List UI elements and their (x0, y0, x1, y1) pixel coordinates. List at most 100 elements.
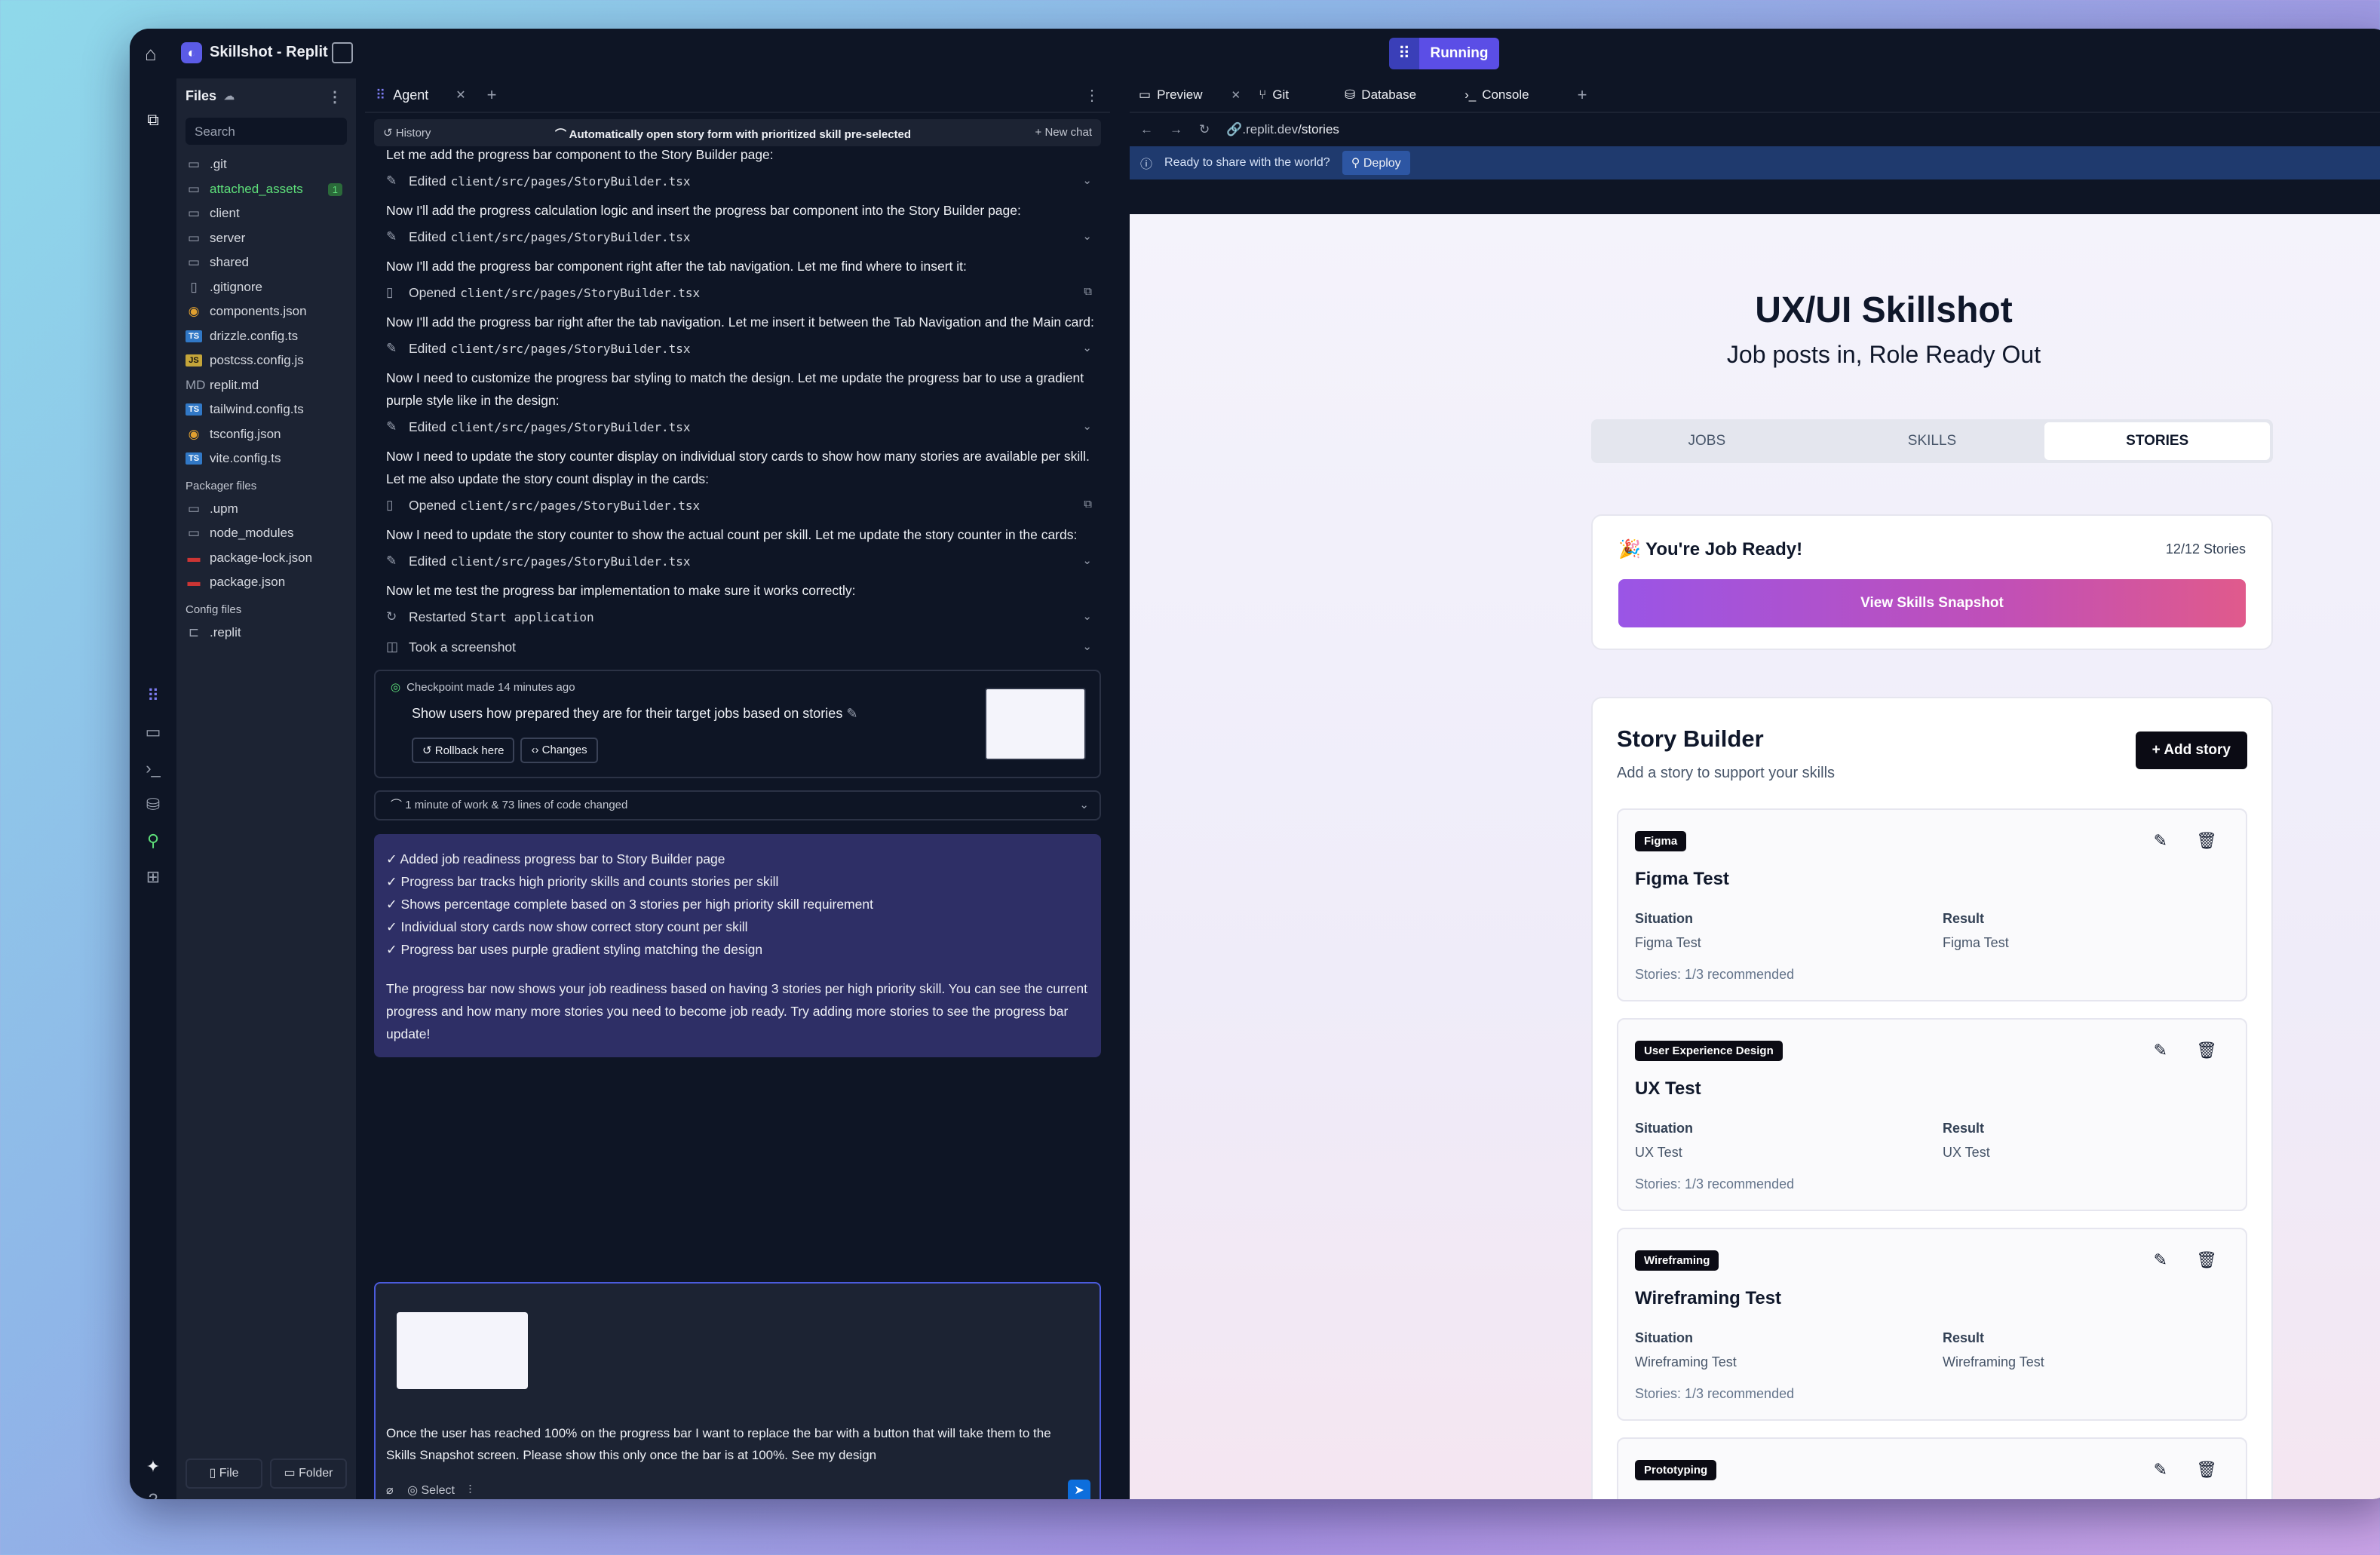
deploy-button[interactable]: ⚲ Deploy (1342, 151, 1410, 175)
tab-agent[interactable]: ⠿ Agent ✕ (365, 78, 477, 112)
agent-action[interactable]: ◫ Took a screenshot ⌄ (374, 632, 1101, 662)
rollback-button[interactable]: ↺ Rollback here (412, 738, 515, 763)
add-story-button[interactable]: + Add story (2135, 731, 2247, 769)
agent-action[interactable]: ✎ Edited client/src/pages/StoryBuilder.tsx… (374, 166, 1101, 196)
trash-icon[interactable]: 🗑 (2196, 831, 2217, 851)
files-icon[interactable]: ⧉ (142, 109, 164, 131)
file-item[interactable]: ▬ package.json (176, 570, 356, 595)
chevron-down-icon[interactable]: ⌄ (1082, 341, 1092, 354)
tab-database[interactable]: ⛁ Database (1336, 87, 1425, 103)
all-tools-icon[interactable]: ⊞ (142, 866, 164, 888)
agent-action[interactable]: ✎ Edited client/src/pages/StoryBuilder.tsx… (374, 412, 1101, 442)
changes-button[interactable]: ‹› Changes (520, 738, 598, 763)
send-button[interactable]: ➤ (1068, 1480, 1090, 1499)
edit-icon[interactable]: ✎ (2154, 1250, 2167, 1270)
attached-design-thumbnail[interactable] (397, 1312, 528, 1389)
chevron-down-icon[interactable]: ⌄ (1079, 792, 1089, 819)
file-item[interactable]: ▭ attached_assets 1 (176, 177, 356, 202)
database-icon[interactable]: ⛁ (142, 793, 164, 816)
new-file-button[interactable]: ▯ File (186, 1458, 262, 1489)
tab-preview[interactable]: ▭ Preview ✕ (1130, 87, 1250, 103)
new-chat-button[interactable]: + New chat (1035, 126, 1092, 139)
new-tab-button[interactable]: + (1569, 85, 1596, 105)
agent-action[interactable]: ✎ Edited client/src/pages/StoryBuilder.tsx… (374, 546, 1101, 576)
open-external-icon[interactable]: ⧉ (1084, 285, 1092, 298)
more-icon[interactable]: ⋮ (1084, 86, 1100, 105)
sparkle-icon[interactable]: ✦ (142, 1455, 164, 1478)
checkpoint-thumbnail[interactable] (985, 688, 1086, 760)
files-search-input[interactable]: Search (186, 118, 347, 145)
file-item[interactable]: ▭ node_modules (176, 521, 356, 546)
file-item[interactable]: TS tailwind.config.ts (176, 397, 356, 422)
help-icon[interactable]: ? (142, 1489, 164, 1499)
file-item[interactable]: ▯ .gitignore (176, 275, 356, 300)
file-item[interactable]: ▭ .git (176, 152, 356, 177)
chevron-down-icon[interactable]: ⌄ (1082, 173, 1092, 187)
agent-action[interactable]: ↻ Restarted Start application ⌄ (374, 602, 1101, 632)
file-item[interactable]: MD replit.md (176, 373, 356, 398)
url-input[interactable]: 🔗.replit.dev/stories (1226, 122, 1339, 137)
select-button[interactable]: ◎ Select (407, 1484, 455, 1497)
agent-icon[interactable]: ⠿ (142, 685, 164, 707)
folder-icon: ▭ (187, 157, 201, 172)
back-icon[interactable]: ← (1140, 122, 1153, 137)
more-icon[interactable]: ⋮ (327, 87, 342, 106)
reload-icon[interactable]: ↻ (1199, 122, 1210, 137)
trash-icon[interactable]: 🗑 (2196, 1460, 2217, 1480)
trash-icon[interactable]: 🗑 (2196, 1041, 2217, 1060)
deploy-icon[interactable]: ⚲ (142, 830, 164, 852)
agent-action[interactable]: ✎ Edited client/src/pages/StoryBuilder.tsx… (374, 333, 1101, 363)
tab-stories[interactable]: STORIES (2044, 422, 2271, 460)
json-icon: ◉ (188, 304, 200, 319)
new-tab-button[interactable]: + (477, 78, 508, 112)
close-icon[interactable]: ✕ (455, 87, 465, 103)
agent-action[interactable]: ▯ Opened client/src/pages/StoryBuilder.tsx… (374, 278, 1101, 308)
file-item[interactable]: ◉ components.json (176, 299, 356, 324)
view-skills-snapshot-button[interactable]: View Skills Snapshot (1618, 579, 2246, 627)
file-item[interactable]: ▭ .upm (176, 497, 356, 522)
running-button[interactable]: Running (1419, 38, 1499, 69)
file-item[interactable]: ▬ package-lock.json (176, 546, 356, 571)
settings-icon[interactable]: ⫶ (468, 1484, 471, 1497)
file-item[interactable]: ▭ client (176, 201, 356, 226)
chevron-down-icon[interactable]: ⌄ (1082, 554, 1092, 567)
open-external-icon[interactable]: ⧉ (1084, 498, 1092, 511)
agent-composer[interactable]: Once the user has reached 100% on the pr… (374, 1282, 1101, 1499)
tab-jobs[interactable]: JOBS (1594, 422, 1820, 460)
edit-icon[interactable]: ✎ (2154, 1041, 2167, 1060)
file-item[interactable]: TS vite.config.ts (176, 446, 356, 471)
tab-console[interactable]: ›_ Console (1455, 87, 1538, 103)
url-bar: ← → ↻ 🔗.replit.dev/stories (1130, 113, 2380, 146)
edit-icon[interactable]: ✎ (2154, 831, 2167, 851)
agent-action[interactable]: ▯ Opened client/src/pages/StoryBuilder.tsx… (374, 490, 1101, 520)
file-item[interactable]: TS drizzle.config.ts (176, 324, 356, 349)
chevron-down-icon[interactable]: ⌄ (1082, 639, 1092, 653)
run-icon[interactable]: ⠿ (1389, 38, 1419, 69)
forward-icon[interactable]: → (1170, 122, 1182, 137)
file-item[interactable]: ⊏ .replit (176, 621, 356, 646)
tab-git[interactable]: ⑂ Git (1250, 87, 1298, 103)
chevron-down-icon[interactable]: ⌄ (1082, 419, 1092, 433)
chevron-down-icon[interactable]: ⌄ (1082, 609, 1092, 623)
close-icon[interactable]: ✕ (1231, 88, 1241, 102)
console-icon[interactable]: ›_ (142, 757, 164, 780)
file-item[interactable]: ▭ shared (176, 250, 356, 275)
work-summary[interactable]: ⌒ 1 minute of work & 73 lines of code ch… (374, 790, 1101, 820)
layout-icon[interactable] (332, 42, 353, 63)
result-label: Result (1943, 1121, 1985, 1136)
preview-icon[interactable]: ▭ (142, 721, 164, 744)
tab-skills[interactable]: SKILLS (1820, 422, 2045, 460)
file-item[interactable]: ◉ tsconfig.json (176, 422, 356, 447)
chevron-down-icon[interactable]: ⌄ (1082, 229, 1092, 243)
agent-action[interactable]: ✎ Edited client/src/pages/StoryBuilder.tsx… (374, 222, 1101, 252)
file-item[interactable]: JS postcss.config.js (176, 348, 356, 373)
attach-icon[interactable]: ⌀ (386, 1484, 394, 1497)
home-icon[interactable]: ⌂ (145, 42, 167, 65)
edit-icon[interactable]: ✎ (846, 706, 857, 721)
history-button[interactable]: ↺ History (383, 126, 431, 140)
composer-input[interactable]: Once the user has reached 100% on the pr… (386, 1422, 1084, 1466)
trash-icon[interactable]: 🗑 (2196, 1250, 2217, 1270)
new-folder-button[interactable]: ▭ Folder (270, 1458, 347, 1489)
edit-icon[interactable]: ✎ (2154, 1460, 2167, 1480)
file-item[interactable]: ▭ server (176, 226, 356, 251)
